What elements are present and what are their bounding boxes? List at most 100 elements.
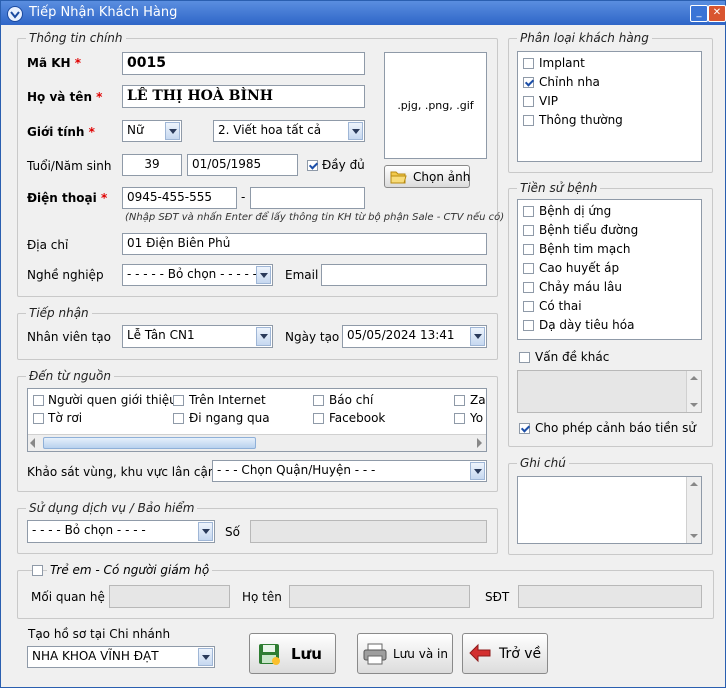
classification-checkbox[interactable] (523, 58, 534, 69)
history-checkbox[interactable] (523, 301, 534, 312)
survey-value: - - - Chọn Quận/Huyện - - - (217, 463, 376, 477)
branch-select[interactable]: NHA KHOA VĨNH ĐẠT (27, 646, 215, 668)
close-button[interactable]: ✕ (708, 5, 726, 22)
phone-hint: (Nhập SĐT và nhấn Enter để lấy thông tin… (125, 212, 505, 223)
history-checkbox[interactable] (523, 206, 534, 217)
notes-textarea[interactable] (517, 476, 702, 544)
dien-thoai-input[interactable]: 0945-455-555 (122, 187, 237, 209)
source-label: Tờ rơi (48, 411, 83, 425)
classification-legend: Phân loại khách hàng (517, 31, 652, 45)
classification-label: Chỉnh nha (539, 75, 600, 89)
van-de-khac-input[interactable] (517, 370, 702, 413)
source-checkbox[interactable] (313, 413, 324, 424)
scroll-up-icon[interactable] (688, 372, 700, 384)
classification-label: Implant (539, 56, 585, 70)
email-input[interactable] (321, 264, 487, 286)
scroll-up-icon[interactable] (688, 478, 700, 490)
chevron-down-icon[interactable] (256, 327, 271, 346)
dien-thoai-label: Điện thoại * (27, 191, 108, 205)
notes-legend: Ghi chú (517, 456, 569, 470)
branch-value: NHA KHOA VĨNH ĐẠT (32, 649, 159, 663)
source-checkbox[interactable] (454, 413, 465, 424)
source-checkbox[interactable] (173, 395, 184, 406)
history-label: Chảy máu lâu (539, 280, 623, 294)
day-du-checkbox[interactable] (307, 160, 318, 171)
van-de-khac-checkbox[interactable] (519, 352, 530, 363)
cho-phep-label: Cho phép cảnh báo tiền sử (535, 421, 696, 435)
dien-thoai-2-input[interactable] (250, 187, 365, 209)
scroll-left-icon[interactable] (30, 438, 35, 448)
vertical-scrollbar[interactable] (686, 477, 701, 543)
classification-checkbox[interactable] (523, 115, 534, 126)
cho-phep-checkbox[interactable] (519, 423, 530, 434)
chevron-down-icon[interactable] (470, 327, 485, 346)
child-checkbox[interactable] (32, 565, 43, 576)
history-checkbox[interactable] (523, 282, 534, 293)
photo-hint: .pjg, .png, .gif (397, 99, 474, 112)
chevron-down-icon[interactable] (198, 522, 213, 541)
history-legend: Tiền sử bệnh (517, 181, 601, 195)
child-sdt-input[interactable] (518, 585, 702, 608)
survey-select[interactable]: - - - Chọn Quận/Huyện - - - (212, 460, 487, 482)
chevron-down-icon[interactable] (470, 462, 485, 480)
so-input[interactable] (250, 520, 487, 543)
source-label: Zal (470, 393, 486, 407)
scroll-down-icon[interactable] (688, 530, 700, 542)
source-checkbox[interactable] (454, 395, 465, 406)
nghe-nghiep-value: - - - - - Bỏ chọn - - - - - (127, 267, 257, 281)
history-checkbox[interactable] (523, 263, 534, 274)
child-legend: Trẻ em - Có người giám hộ (47, 563, 213, 577)
tuoi-label: Tuổi/Năm sinh (27, 159, 112, 173)
chevron-down-icon[interactable] (165, 122, 180, 140)
photo-box[interactable]: .pjg, .png, .gif (384, 52, 487, 159)
history-label: Có thai (539, 299, 582, 313)
back-button[interactable]: Trở về (462, 633, 548, 674)
scroll-thumb[interactable] (43, 437, 256, 449)
history-label: Bệnh dị ứng (539, 204, 612, 218)
scroll-down-icon[interactable] (688, 399, 700, 411)
classification-checkbox[interactable] (523, 96, 534, 107)
nhan-vien-value: Lễ Tân CN1 (127, 328, 195, 342)
history-checkbox[interactable] (523, 244, 534, 255)
title-bar[interactable]: Tiếp Nhận Khách Hàng _ ✕ (1, 1, 726, 25)
reception-legend: Tiếp nhận (26, 306, 92, 320)
gioi-tinh-select[interactable]: Nữ (122, 120, 182, 142)
nhan-vien-select[interactable]: Lễ Tân CN1 (122, 325, 273, 348)
minimize-button[interactable]: _ (690, 5, 708, 22)
history-label: Bệnh tiểu đường (539, 223, 639, 237)
service-select[interactable]: - - - - Bỏ chọn - - - - (27, 520, 215, 543)
source-list: Người quen giới thiệu Trên Internet Báo … (27, 388, 487, 452)
history-checkbox[interactable] (523, 320, 534, 331)
horizontal-scrollbar[interactable] (28, 434, 486, 451)
ho-ten-input[interactable]: LÊ THỊ HOÀ BÌNH (122, 85, 365, 108)
child-ho-ten-label: Họ tên (242, 590, 282, 604)
tuoi-input[interactable]: 39 (122, 154, 182, 176)
nam-sinh-input[interactable]: 01/05/1985 (187, 154, 298, 176)
main-window: Tiếp Nhận Khách Hàng _ ✕ Thông tin chính… (0, 0, 726, 688)
chevron-down-icon[interactable] (256, 266, 271, 284)
so-label: Số (225, 525, 240, 539)
history-checkbox[interactable] (523, 225, 534, 236)
nghe-nghiep-select[interactable]: - - - - - Bỏ chọn - - - - - (122, 264, 273, 286)
name-format-select[interactable]: 2. Viết hoa tất cả (213, 120, 365, 142)
classification-checkbox[interactable] (523, 77, 534, 88)
chevron-down-icon[interactable] (198, 648, 213, 666)
dia-chi-input[interactable]: 01 Điện Biên Phủ (122, 233, 487, 255)
save-print-button[interactable]: Lưu và in (357, 633, 453, 674)
vertical-scrollbar[interactable] (686, 371, 701, 412)
chon-anh-button[interactable]: Chọn ảnh (384, 165, 470, 188)
scroll-right-icon[interactable] (477, 438, 482, 448)
chevron-down-icon[interactable] (348, 122, 363, 140)
source-checkbox[interactable] (173, 413, 184, 424)
moi-quan-he-input[interactable] (109, 585, 230, 608)
history-label: Bệnh tim mạch (539, 242, 631, 256)
save-button[interactable]: Lưu (249, 633, 336, 674)
ngay-tao-picker[interactable]: 05/05/2024 13:41 (342, 325, 487, 348)
ma-kh-input[interactable]: 0015 (122, 52, 365, 75)
main-info-legend: Thông tin chính (26, 31, 126, 45)
source-checkbox[interactable] (33, 395, 44, 406)
source-checkbox[interactable] (313, 395, 324, 406)
child-ho-ten-input[interactable] (289, 585, 470, 608)
source-checkbox[interactable] (33, 413, 44, 424)
service-legend: Sử dụng dịch vụ / Bảo hiểm (26, 501, 198, 515)
